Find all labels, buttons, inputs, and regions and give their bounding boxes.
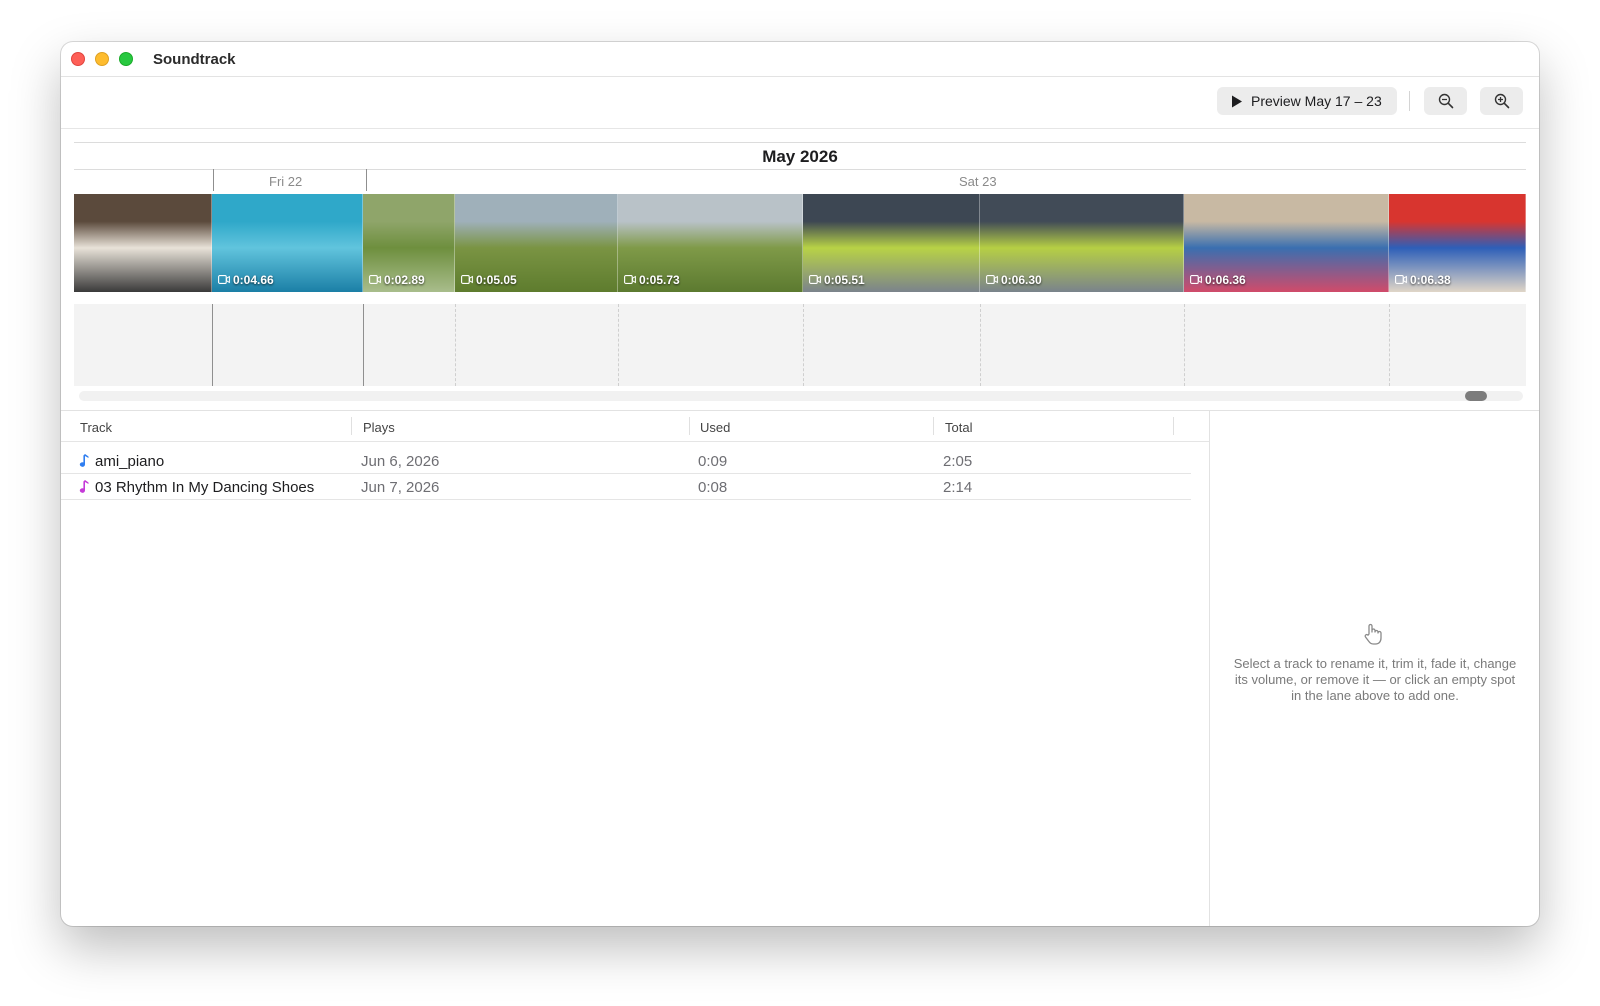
- clip-duration-label: 0:02.89: [384, 273, 425, 287]
- clip-duration: 0:05.51: [809, 273, 865, 287]
- lane-divider: [803, 304, 804, 386]
- video-clip[interactable]: 0:05.51: [803, 194, 980, 292]
- music-note-icon: [79, 480, 89, 500]
- close-window-button[interactable]: [71, 52, 85, 66]
- table-row[interactable]: ami_piano Jun 6, 2026 0:09 2:05: [61, 448, 1191, 474]
- lane-divider: [455, 304, 456, 386]
- zoom-out-icon: [1438, 93, 1453, 109]
- lane-divider: [1389, 304, 1390, 386]
- clip-strip: 0:04.66 0:02.89 0:05.05 0:05.73 0:05.51 0:06.…: [74, 194, 1526, 292]
- clip-duration: 0:04.66: [218, 273, 274, 287]
- preview-button-label: Preview May 17 – 23: [1251, 93, 1382, 109]
- video-clip[interactable]: 0:05.73: [618, 194, 803, 292]
- toolbar-separator: [1409, 91, 1410, 111]
- track-total: 2:14: [943, 479, 973, 496]
- video-camera-icon: [986, 273, 998, 287]
- track-name: 03 Rhythm In My Dancing Shoes: [95, 479, 315, 496]
- lane-divider: [1184, 304, 1185, 386]
- clip-duration: 0:06.30: [986, 273, 1042, 287]
- video-camera-icon: [624, 273, 636, 287]
- inspector-hint: Select a track to rename it, trim it, fa…: [1233, 656, 1517, 703]
- clip-duration: 0:05.73: [624, 273, 680, 287]
- column-header-track[interactable]: Track: [80, 420, 112, 435]
- toolbar: Preview May 17 – 23: [61, 77, 1539, 129]
- video-clip[interactable]: 0:06.36: [1184, 194, 1389, 292]
- clip-duration: 0:06.38: [1395, 273, 1451, 287]
- video-camera-icon: [1395, 273, 1407, 287]
- video-camera-icon: [369, 273, 381, 287]
- lane-divider: [212, 304, 213, 386]
- column-separator: [933, 417, 934, 435]
- video-camera-icon: [809, 273, 821, 287]
- column-separator: [1173, 417, 1174, 435]
- zoom-in-button[interactable]: [1480, 87, 1523, 115]
- scrollbar-thumb[interactable]: [1465, 391, 1487, 401]
- column-header-used[interactable]: Used: [700, 420, 730, 435]
- lane-divider: [980, 304, 981, 386]
- clip-duration-label: 0:05.05: [476, 273, 517, 287]
- track-total: 2:05: [943, 453, 973, 470]
- clip-duration-label: 0:06.38: [1410, 273, 1451, 287]
- music-note-icon: [79, 454, 89, 474]
- zoom-in-icon: [1494, 93, 1509, 109]
- clip-duration-label: 0:04.66: [233, 273, 274, 287]
- clip-duration-label: 0:06.30: [1001, 273, 1042, 287]
- clip-duration: 0:06.36: [1190, 273, 1246, 287]
- table-row[interactable]: 03 Rhythm In My Dancing Shoes Jun 7, 202…: [61, 474, 1191, 500]
- video-clip[interactable]: [74, 194, 212, 292]
- clip-duration: 0:05.05: [461, 273, 517, 287]
- tracks-table: Track Plays Used Total ami_piano Jun 6, …: [61, 411, 1209, 926]
- hand-pointer-icon: [1363, 623, 1383, 650]
- clip-duration: 0:02.89: [369, 273, 425, 287]
- zoom-window-button[interactable]: [119, 52, 133, 66]
- month-header: May 2026: [74, 142, 1526, 170]
- clip-duration-label: 0:05.73: [639, 273, 680, 287]
- video-camera-icon: [461, 273, 473, 287]
- audio-lane[interactable]: [74, 304, 1526, 386]
- day-label-sat: Sat 23: [959, 174, 997, 189]
- title-bar: Soundtrack: [61, 42, 1539, 77]
- window-title: Soundtrack: [153, 51, 236, 68]
- video-camera-icon: [218, 273, 230, 287]
- table-header: Track Plays Used Total: [61, 411, 1209, 442]
- zoom-out-button[interactable]: [1424, 87, 1467, 115]
- column-separator: [351, 417, 352, 435]
- track-plays: Jun 7, 2026: [361, 479, 440, 496]
- clip-duration-label: 0:06.36: [1205, 273, 1246, 287]
- video-clip[interactable]: 0:04.66: [212, 194, 363, 292]
- track-used: 0:08: [698, 479, 728, 496]
- minimize-window-button[interactable]: [95, 52, 109, 66]
- day-label-fri: Fri 22: [269, 174, 303, 189]
- track-used: 0:09: [698, 453, 728, 470]
- clip-duration-label: 0:05.51: [824, 273, 865, 287]
- play-icon: [1232, 95, 1242, 107]
- inspector-panel: Select a track to rename it, trim it, fa…: [1209, 411, 1539, 926]
- column-header-plays[interactable]: Plays: [363, 420, 395, 435]
- app-window: Soundtrack Preview May 17 – 23 May 2026: [61, 42, 1539, 926]
- video-clip[interactable]: 0:02.89: [363, 194, 455, 292]
- track-plays: Jun 6, 2026: [361, 453, 440, 470]
- column-separator: [689, 417, 690, 435]
- lane-divider: [618, 304, 619, 386]
- month-label: May 2026: [762, 147, 838, 166]
- video-clip[interactable]: 0:06.30: [980, 194, 1184, 292]
- track-name: ami_piano: [95, 453, 165, 470]
- video-camera-icon: [1190, 273, 1202, 287]
- video-clip[interactable]: 0:06.38: [1389, 194, 1526, 292]
- bottom-panel: Track Plays Used Total ami_piano Jun 6, …: [61, 410, 1539, 926]
- column-header-total[interactable]: Total: [945, 420, 972, 435]
- preview-button[interactable]: Preview May 17 – 23: [1217, 87, 1397, 115]
- lane-divider: [363, 304, 364, 386]
- video-clip[interactable]: 0:05.05: [455, 194, 618, 292]
- timeline-scrollbar[interactable]: [79, 391, 1523, 401]
